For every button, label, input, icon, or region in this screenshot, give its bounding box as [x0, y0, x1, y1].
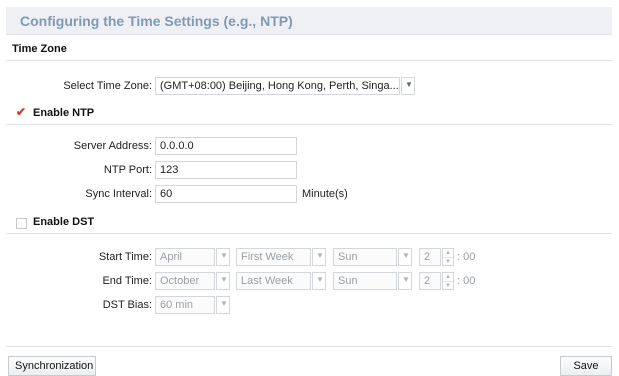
page-title: Configuring the Time Settings (e.g., NTP…: [20, 13, 293, 29]
dst-checkbox[interactable]: [16, 218, 27, 229]
end-hour-input[interactable]: 2: [419, 272, 441, 290]
divider: [6, 124, 612, 125]
spinner-down-icon[interactable]: ▼: [443, 257, 453, 265]
dst-bias-dropdown[interactable]: ▼: [216, 296, 230, 314]
ntp-port-label: NTP Port:: [103, 164, 152, 176]
end-minute-suffix: : 00: [457, 275, 476, 287]
time-zone-section-label: Time Zone: [12, 43, 67, 55]
time-zone-section: Time Zone: [6, 38, 612, 60]
end-week-select[interactable]: Last Week: [236, 272, 311, 290]
enable-dst-label: Enable DST: [33, 216, 95, 228]
chevron-down-icon: ▼: [316, 251, 324, 260]
enable-ntp-label: Enable NTP: [33, 107, 95, 119]
end-month-select[interactable]: October: [155, 272, 215, 290]
end-hour-spinner[interactable]: ▲ ▼: [442, 272, 454, 290]
start-week-dropdown[interactable]: ▼: [312, 248, 326, 266]
start-week-select[interactable]: First Week: [236, 248, 311, 266]
chevron-down-icon: ▼: [220, 275, 228, 284]
chevron-down-icon: ▼: [402, 275, 410, 284]
time-zone-dropdown-button[interactable]: ▼: [401, 77, 415, 95]
save-button[interactable]: Save: [560, 356, 612, 376]
time-zone-select[interactable]: (GMT+08:00) Beijing, Hong Kong, Perth, S…: [155, 77, 400, 95]
sync-interval-unit: Minute(s): [302, 188, 348, 200]
title-bar: Configuring the Time Settings (e.g., NTP…: [6, 7, 612, 35]
spinner-up-icon[interactable]: ▲: [443, 273, 453, 281]
start-minute-suffix: : 00: [457, 251, 476, 263]
dst-bias-select[interactable]: 60 min: [155, 296, 215, 314]
start-hour-spinner[interactable]: ▲ ▼: [442, 248, 454, 266]
start-hour-input[interactable]: 2: [419, 248, 441, 266]
spinner-down-icon[interactable]: ▼: [443, 281, 453, 289]
start-month-select[interactable]: April: [155, 248, 215, 266]
dst-bias-label: DST Bias:: [102, 299, 152, 311]
chevron-down-icon: ▼: [405, 80, 413, 89]
server-address-label: Server Address:: [73, 140, 152, 152]
divider: [6, 60, 612, 61]
start-month-dropdown[interactable]: ▼: [216, 248, 230, 266]
end-day-dropdown[interactable]: ▼: [398, 272, 412, 290]
ntp-port-input[interactable]: 123: [155, 161, 297, 179]
chevron-down-icon: ▼: [316, 275, 324, 284]
sync-interval-input[interactable]: 60: [155, 185, 297, 203]
sync-interval-label: Sync Interval:: [85, 188, 152, 200]
end-day-select[interactable]: Sun: [333, 272, 397, 290]
chevron-down-icon: ▼: [220, 251, 228, 260]
synchronization-button[interactable]: Synchronization: [8, 356, 96, 376]
end-week-dropdown[interactable]: ▼: [312, 272, 326, 290]
start-day-select[interactable]: Sun: [333, 248, 397, 266]
time-zone-label: Select Time Zone:: [63, 80, 152, 92]
ntp-checkbox[interactable]: ✔: [16, 105, 26, 119]
divider: [6, 346, 612, 347]
spinner-up-icon[interactable]: ▲: [443, 249, 453, 257]
end-month-dropdown[interactable]: ▼: [216, 272, 230, 290]
start-day-dropdown[interactable]: ▼: [398, 248, 412, 266]
chevron-down-icon: ▼: [402, 251, 410, 260]
server-address-input[interactable]: 0.0.0.0: [155, 137, 297, 155]
chevron-down-icon: ▼: [220, 299, 228, 308]
end-time-label: End Time:: [102, 275, 152, 287]
start-time-label: Start Time:: [98, 251, 152, 263]
divider: [6, 233, 612, 234]
